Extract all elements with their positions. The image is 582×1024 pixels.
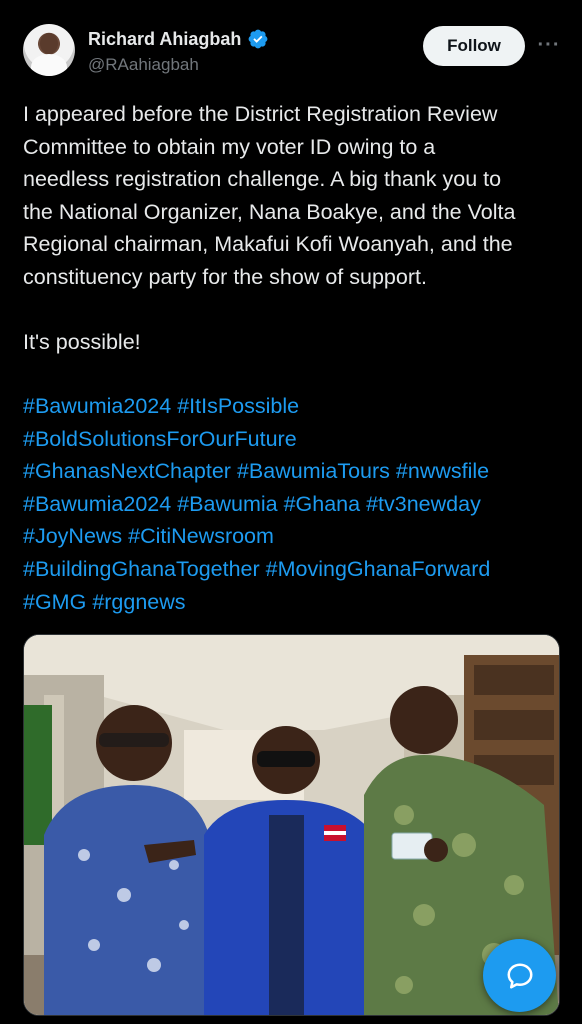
hashtag-link[interactable]: #nwwsfile <box>396 459 489 483</box>
hashtag-link[interactable]: #MovingGhanaForward <box>266 557 491 581</box>
tweet-header: Richard Ahiagbah @RAahiagbah Follow ··· <box>0 0 582 92</box>
hashtag-link[interactable]: #Bawumia2024 <box>23 394 171 418</box>
hashtag-line: #Bawumia2024 #Bawumia #Ghana #tv3newday <box>23 488 568 521</box>
hashtag-link[interactable]: #CitiNewsroom <box>128 524 274 548</box>
author-handle[interactable]: @RAahiagbah <box>88 55 199 75</box>
avatar-head <box>40 33 58 54</box>
tweet-text-line: needless registration challenge. A big t… <box>23 167 502 192</box>
author-display-name[interactable]: Richard Ahiagbah <box>88 29 241 50</box>
author-avatar[interactable] <box>23 24 75 76</box>
tweet-text-line: Regional chairman, Makafui Kofi Woanyah,… <box>23 232 513 257</box>
tweet-text-line: constituency party for the show of suppo… <box>23 264 427 289</box>
hashtag-line: #Bawumia2024 #ItIsPossible <box>23 390 568 423</box>
hashtag-line: #GMG #rggnews <box>23 586 568 619</box>
hashtag-line: #JoyNews #CitiNewsroom <box>23 520 568 553</box>
hashtag-link[interactable]: #tv3newday <box>366 492 481 516</box>
chat-bubble-icon <box>507 963 532 988</box>
tweet-closing-text: It's possible! <box>23 330 141 354</box>
more-options-icon[interactable]: ··· <box>534 32 564 58</box>
tweet-text-line: I appeared before the District Registrat… <box>23 102 498 126</box>
hashtag-link[interactable]: #BuildingGhanaTogether <box>23 557 260 581</box>
hashtag-link[interactable]: #Ghana <box>284 492 361 516</box>
tweet-text-line: the National Organizer, Nana Boakye, and… <box>23 199 516 224</box>
hashtag-line: #GhanasNextChapter #BawumiaTours #nwwsfi… <box>23 455 568 488</box>
verified-badge-icon <box>248 29 268 49</box>
author-name-row[interactable]: Richard Ahiagbah <box>88 28 269 50</box>
hashtag-link[interactable]: #GMG <box>23 590 86 614</box>
tweet-text-line: Committee to obtain my voter ID owing to… <box>23 134 436 159</box>
hashtag-link[interactable]: #GhanasNextChapter <box>23 459 231 483</box>
hashtag-line: #BoldSolutionsForOurFuture <box>23 423 568 456</box>
follow-button[interactable]: Follow <box>423 26 525 66</box>
photo-illustration <box>24 635 559 1015</box>
hashtag-link[interactable]: #Bawumia2024 <box>23 492 171 516</box>
hashtag-link[interactable]: #rggnews <box>92 590 185 614</box>
hashtag-link[interactable]: #Bawumia <box>177 492 277 516</box>
hashtag-link[interactable]: #BoldSolutionsForOurFuture <box>23 427 297 451</box>
hashtag-link[interactable]: #ItIsPossible <box>177 394 299 418</box>
hashtag-line: #BuildingGhanaTogether #MovingGhanaForwa… <box>23 553 568 586</box>
hashtag-link[interactable]: #JoyNews <box>23 524 122 548</box>
avatar-shirt <box>31 54 67 76</box>
tweet-body: I appeared before the District Registrat… <box>23 98 563 294</box>
chat-fab-button[interactable] <box>483 939 556 1012</box>
tweet-photo[interactable] <box>23 634 560 1016</box>
hashtag-link[interactable]: #BawumiaTours <box>237 459 390 483</box>
hashtag-block: #Bawumia2024 #ItIsPossible #BoldSolution… <box>23 390 568 618</box>
